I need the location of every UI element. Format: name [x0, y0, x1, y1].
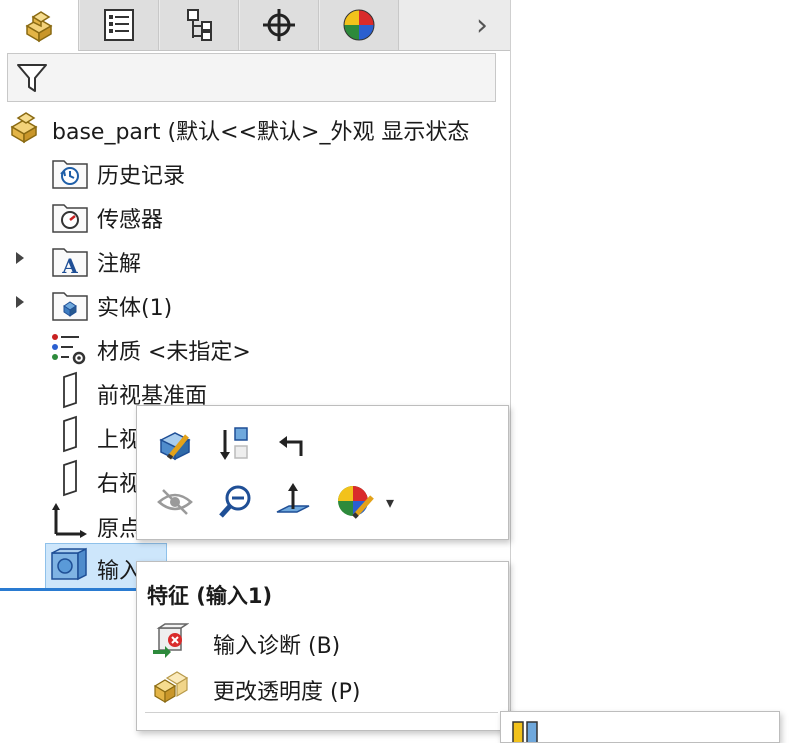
- appearance-button[interactable]: [333, 480, 377, 524]
- displaymanager-tab[interactable]: [320, 0, 399, 50]
- menu-separator: [145, 712, 498, 713]
- menu-item-change-transparency[interactable]: 更改透明度 (P): [137, 664, 506, 708]
- origin-icon: [52, 503, 87, 538]
- tree-item-top-plane[interactable]: 上视: [0, 414, 142, 456]
- tree-item-label: 历史记录: [97, 164, 186, 189]
- configurationmanager-tab[interactable]: [160, 0, 239, 50]
- property-list-icon: [104, 9, 134, 41]
- menu-item-label: 输入诊断 (B): [213, 634, 341, 659]
- parent-child-button[interactable]: [271, 422, 315, 466]
- rollback-button[interactable]: [213, 422, 257, 466]
- tree-item-label: 右视: [97, 472, 142, 497]
- tree-root-label: base_part (默认<<默认>_外观 显示状态: [52, 120, 470, 145]
- plane-icon: [63, 415, 77, 453]
- menu-item-import-diagnostics[interactable]: 输入诊断 (B): [137, 618, 506, 662]
- normal-to-icon: [276, 483, 310, 513]
- tree-item-label: 上视: [97, 428, 142, 453]
- tree-filter-input[interactable]: [7, 53, 496, 102]
- appearance-dropdown-button[interactable]: ▾: [377, 480, 403, 524]
- context-menu: 特征 (输入1) 输入诊断 (B) 更改透明度 (P): [136, 561, 509, 731]
- propertymanager-tab[interactable]: [80, 0, 159, 50]
- expand-arrow-icon[interactable]: [16, 252, 24, 264]
- dropdown-arrow-icon: ▾: [385, 492, 395, 512]
- menu-item-label: 更改透明度 (P): [213, 680, 361, 705]
- edit-feature-icon: [159, 432, 191, 461]
- tree-item-history[interactable]: 历史记录: [0, 150, 300, 192]
- tree-item-origin[interactable]: 原点: [0, 501, 142, 543]
- tree-item-label: 材质 <未指定>: [97, 340, 251, 365]
- tree-item-label: 实体(1): [97, 296, 173, 321]
- dimxpert-tab[interactable]: [240, 0, 319, 50]
- import-diagnostics-icon: [153, 623, 189, 658]
- material-icon: [52, 334, 86, 365]
- crosshair-icon: [263, 9, 295, 41]
- chevron-right-icon: ›: [476, 7, 488, 43]
- tree-item-solid-bodies[interactable]: 实体(1): [0, 282, 300, 324]
- appearance-ball-icon: [343, 9, 375, 41]
- context-toolbar: ▾: [136, 405, 509, 540]
- tree-item-sensors[interactable]: 传感器: [0, 194, 300, 236]
- tree-root-node[interactable]: base_part (默认<<默认>_外观 显示状态: [6, 106, 510, 148]
- solid-body-folder-icon: [52, 292, 88, 321]
- imported-feature-icon: [51, 547, 87, 581]
- tree-item-label: 注解: [97, 252, 142, 277]
- configuration-icon: [187, 9, 212, 41]
- normal-to-button[interactable]: [271, 480, 315, 524]
- hide-icon: [157, 489, 193, 515]
- filter-funnel-icon: [17, 64, 47, 92]
- tree-item-material[interactable]: 材质 <未指定>: [0, 326, 320, 368]
- parent-child-icon: [279, 436, 303, 456]
- edit-feature-button[interactable]: [153, 422, 197, 466]
- tree-item-annotations[interactable]: A 注解: [0, 238, 300, 280]
- zoom-to-selection-icon: [219, 485, 251, 518]
- tree-item-label: 传感器: [97, 208, 164, 233]
- featuremanager-tab[interactable]: [0, 0, 79, 51]
- svg-text:A: A: [61, 254, 78, 278]
- submenu-item-icon: [512, 721, 538, 742]
- manager-tab-bar: ›: [0, 0, 510, 51]
- tree-item-label: 原点: [97, 517, 142, 542]
- plane-icon: [63, 371, 77, 409]
- history-folder-icon: [52, 160, 88, 189]
- zoom-to-selection-button[interactable]: [213, 480, 257, 524]
- part-icon: [25, 10, 53, 42]
- expand-arrow-icon[interactable]: [16, 296, 24, 308]
- sensor-folder-icon: [52, 204, 88, 233]
- hide-button[interactable]: [153, 480, 197, 524]
- submenu-popup: [500, 711, 780, 743]
- tab-scroll-right-button[interactable]: ›: [462, 0, 502, 50]
- annotation-folder-icon: A: [52, 248, 88, 278]
- tree-item-right-plane[interactable]: 右视: [0, 458, 142, 500]
- context-menu-title: 特征 (输入1): [147, 584, 273, 608]
- appearance-icon: [338, 486, 374, 519]
- graphics-area[interactable]: [511, 0, 794, 729]
- tree-item-import1[interactable]: 输入1: [0, 545, 145, 587]
- plane-icon: [63, 459, 77, 497]
- rollback-icon: [220, 427, 248, 460]
- part-icon: [10, 112, 38, 144]
- change-transparency-icon: [153, 671, 189, 704]
